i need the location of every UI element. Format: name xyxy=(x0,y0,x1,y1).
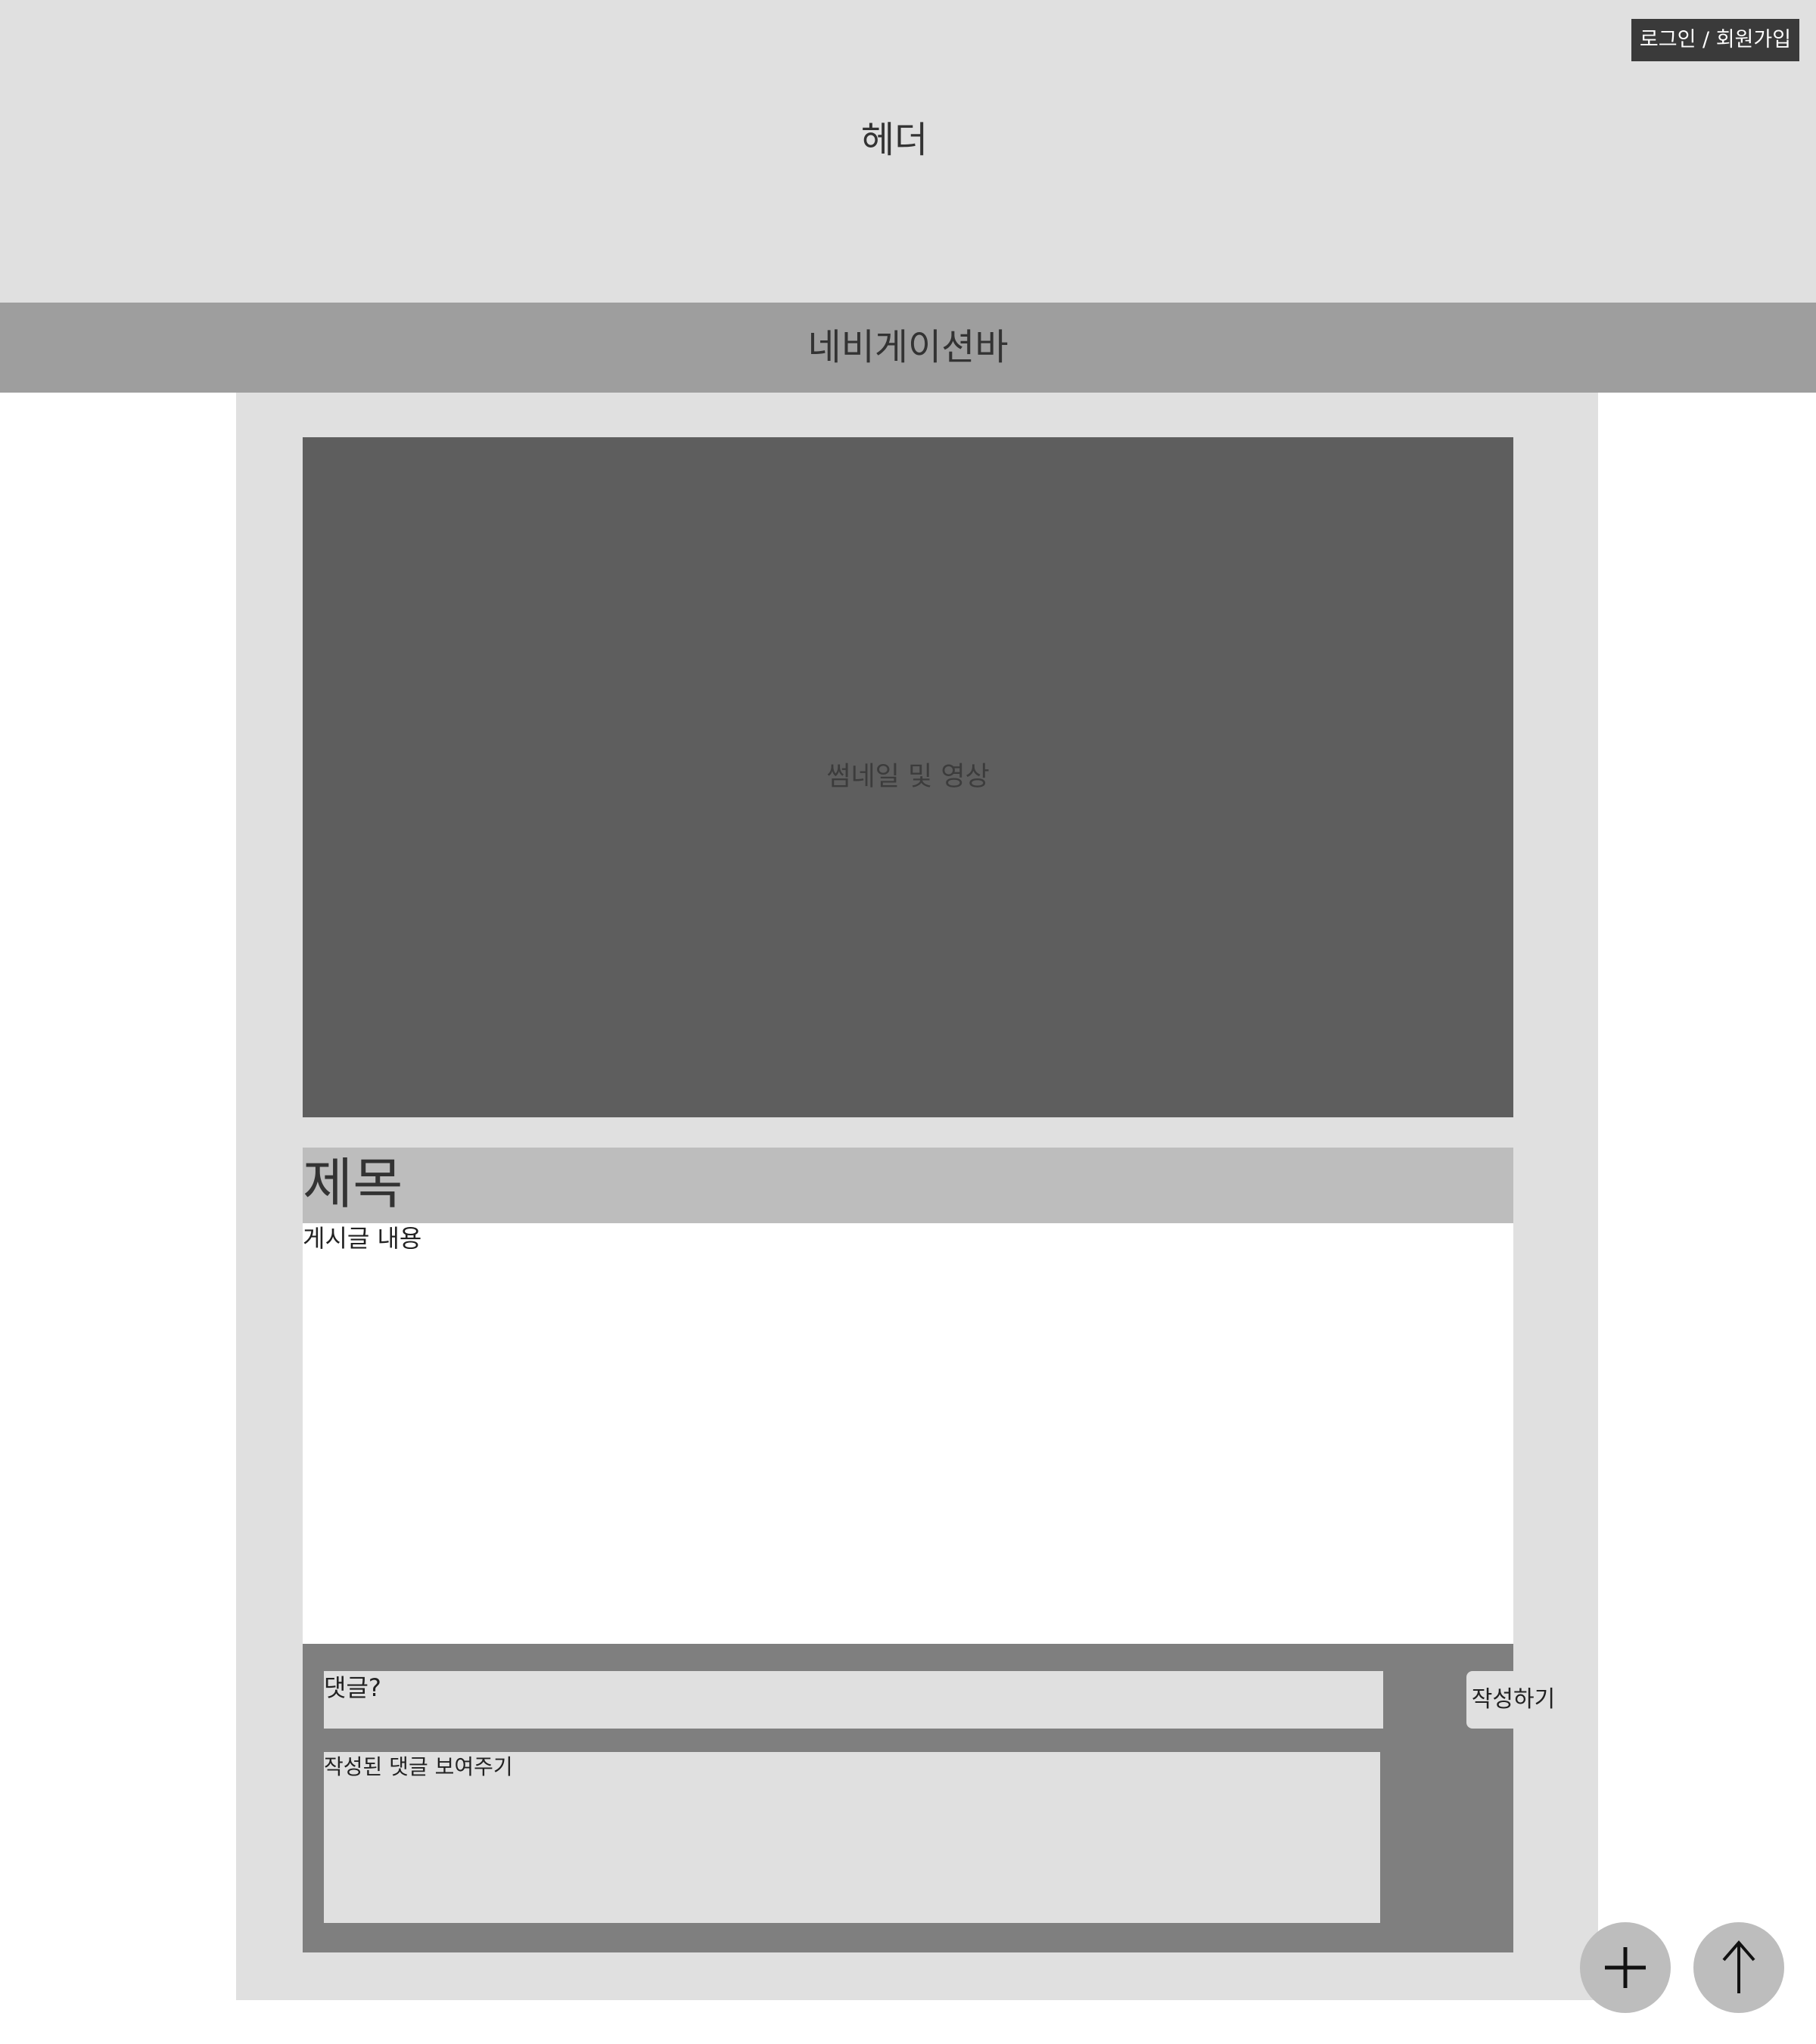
comment-section: 댓글? 작성하기 작성된 댓글 보여주기 xyxy=(303,1644,1560,1952)
comment-input[interactable]: 댓글? xyxy=(324,1671,1383,1729)
post-body: 게시글 내용 xyxy=(303,1223,1513,1644)
thumbnail-video[interactable]: 썸네일 및 영상 xyxy=(303,437,1513,1117)
submit-comment-button[interactable]: 작성하기 xyxy=(1466,1671,1560,1729)
header-title: 헤더 xyxy=(860,119,928,161)
header: 헤더 로그인 / 회원가입 xyxy=(0,0,1816,303)
comment-list: 작성된 댓글 보여주기 xyxy=(324,1752,1380,1923)
comment-list-placeholder: 작성된 댓글 보여주기 xyxy=(324,1754,513,1779)
arrow-up-icon xyxy=(1722,1940,1755,1993)
login-signup-button[interactable]: 로그인 / 회원가입 xyxy=(1631,19,1799,61)
comment-input-placeholder: 댓글? xyxy=(324,1673,381,1702)
main-content: 썸네일 및 영상 제목 게시글 내용 댓글? 작성하기 작성된 댓글 보여주기 xyxy=(236,393,1598,2000)
navigation-bar[interactable]: 네비게이션바 xyxy=(0,303,1816,393)
post-title: 제목 xyxy=(303,1152,403,1216)
add-post-button[interactable] xyxy=(1580,1922,1671,2013)
post-title-bar: 제목 xyxy=(303,1148,1513,1223)
post-content: 게시글 내용 xyxy=(303,1224,422,1253)
thumbnail-video-label: 썸네일 및 영상 xyxy=(826,762,990,792)
scroll-to-top-button[interactable] xyxy=(1693,1922,1784,2013)
plus-icon xyxy=(1605,1947,1646,1988)
